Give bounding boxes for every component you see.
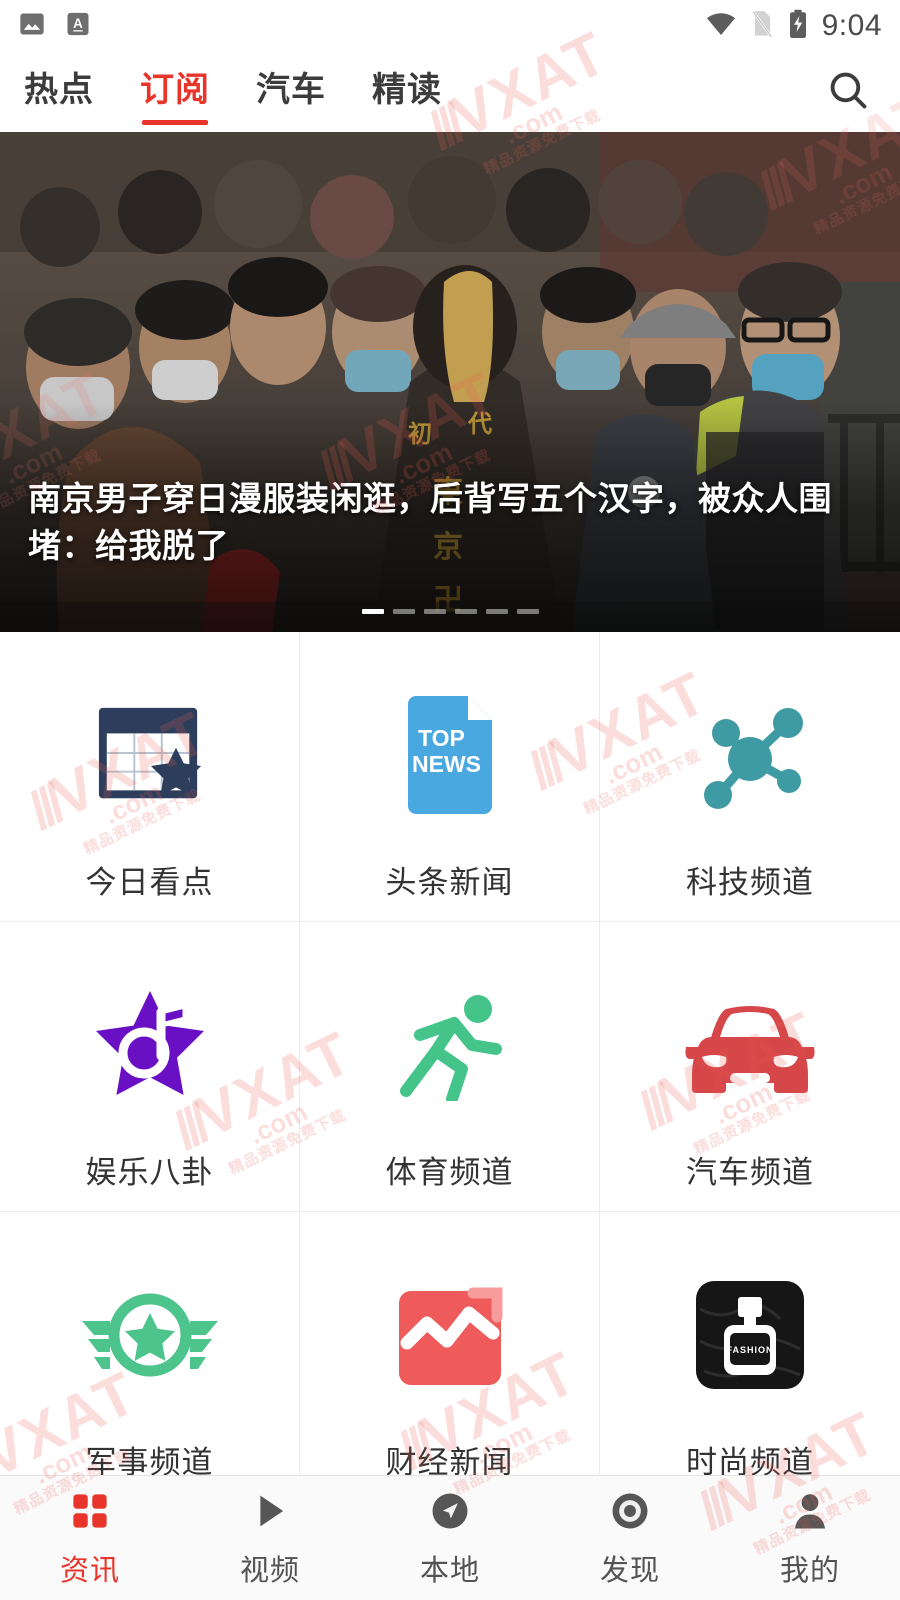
nav-item-discover[interactable]: 发现: [540, 1487, 720, 1589]
person-avatar-icon: [789, 1487, 831, 1535]
nav-label: 本地: [419, 1555, 480, 1587]
status-bar: A 9:04: [0, 0, 900, 52]
play-triangle-icon: [249, 1487, 291, 1535]
channel-cell-technology[interactable]: 科技频道: [600, 632, 900, 922]
channel-label: 头条新闻: [385, 865, 514, 900]
tab-list: 热点 订阅 汽车 精读: [24, 62, 442, 125]
military-wings-star-icon: [80, 1272, 220, 1397]
running-person-icon: [390, 982, 510, 1107]
nav-label: 视频: [239, 1555, 300, 1587]
status-bar-left-icons: A: [18, 10, 92, 43]
car-front-icon: [684, 982, 816, 1107]
channel-cell-top-news[interactable]: TOP NEWS 头条新闻: [300, 632, 600, 922]
nav-item-local[interactable]: 本地: [360, 1487, 540, 1589]
channel-label: 体育频道: [385, 1155, 514, 1190]
app-root: A 9:04 热点 订阅 汽车 精读 南京男子穿日漫服装闲逛，后背写五个汉字，被…: [0, 0, 900, 1600]
battery-charging-icon: [787, 9, 809, 44]
channel-label: 科技频道: [686, 865, 814, 900]
input-method-icon: A: [64, 10, 92, 43]
svg-text:A: A: [73, 16, 83, 31]
nav-label: 发现: [599, 1555, 660, 1587]
nav-label: 资讯: [59, 1555, 120, 1587]
channel-cell-fashion[interactable]: FASHION 时尚频道: [600, 1212, 900, 1502]
channel-grid: 今日看点 TOP NEWS 头条新闻 科技频道 娱乐八卦 体育频道 汽车频道 军…: [0, 632, 900, 1502]
nav-item-video[interactable]: 视频: [180, 1487, 360, 1589]
hero-page-indicator[interactable]: [0, 609, 900, 614]
molecule-network-icon: [690, 692, 810, 817]
fashion-perfume-icon: FASHION: [694, 1272, 806, 1397]
tab-auto[interactable]: 汽车: [256, 62, 326, 123]
hero-dot[interactable]: [423, 609, 446, 614]
sim-card-off-icon: [750, 10, 774, 43]
finance-chart-icon: [395, 1272, 505, 1397]
hero-dot[interactable]: [454, 609, 477, 614]
tab-subscribe[interactable]: 订阅: [140, 62, 210, 125]
channel-cell-automobile[interactable]: 汽车频道: [600, 922, 900, 1212]
hero-dot[interactable]: [516, 609, 539, 614]
wifi-icon: [705, 11, 737, 42]
nav-item-news[interactable]: 资讯: [0, 1487, 180, 1589]
nav-label: 我的: [779, 1555, 840, 1587]
svg-text:TOP: TOP: [418, 725, 465, 751]
channel-cell-finance[interactable]: 财经新闻: [300, 1212, 600, 1502]
search-button[interactable]: [820, 64, 876, 120]
calendar-star-icon: [91, 692, 209, 817]
channel-cell-military[interactable]: 军事频道: [0, 1212, 300, 1502]
top-tab-bar: 热点 订阅 汽车 精读: [0, 52, 900, 132]
svg-text:FASHION: FASHION: [726, 1345, 773, 1355]
hero-dot[interactable]: [485, 609, 508, 614]
image-notification-icon: [18, 10, 46, 43]
channel-label: 娱乐八卦: [85, 1155, 214, 1190]
hero-headline: 南京男子穿日漫服装闲逛，后背写五个汉字，被众人围堵：给我脱了: [28, 480, 832, 565]
tab-featured[interactable]: 精读: [372, 62, 442, 123]
star-music-note-icon: [92, 982, 208, 1107]
target-circle-icon: [609, 1487, 651, 1535]
channel-cell-sports[interactable]: 体育频道: [300, 922, 600, 1212]
channel-cell-today-highlights[interactable]: 今日看点: [0, 632, 300, 922]
top-news-document-icon: TOP NEWS: [400, 692, 500, 817]
tab-hotspot[interactable]: 热点: [24, 62, 94, 123]
hero-dot[interactable]: [361, 609, 384, 614]
status-bar-clock: 9:04: [821, 9, 882, 42]
bottom-navigation-bar: 资讯 视频 本地 发现 我的: [0, 1475, 900, 1600]
channel-label: 汽车频道: [686, 1155, 814, 1190]
svg-text:NEWS: NEWS: [412, 751, 481, 777]
channel-cell-entertainment[interactable]: 娱乐八卦: [0, 922, 300, 1212]
nav-item-profile[interactable]: 我的: [720, 1487, 900, 1589]
navigation-arrow-icon: [429, 1487, 471, 1535]
search-icon: [826, 68, 870, 117]
status-bar-right-icons: 9:04: [705, 9, 882, 44]
grid-squares-icon: [69, 1487, 111, 1535]
hero-dot[interactable]: [392, 609, 415, 614]
hero-banner[interactable]: 初 代 東 京 卍 南京男子穿日漫服装闲逛，后背写五个汉字，被众人围堵：给我脱了: [0, 132, 900, 632]
channel-label: 今日看点: [85, 865, 214, 900]
